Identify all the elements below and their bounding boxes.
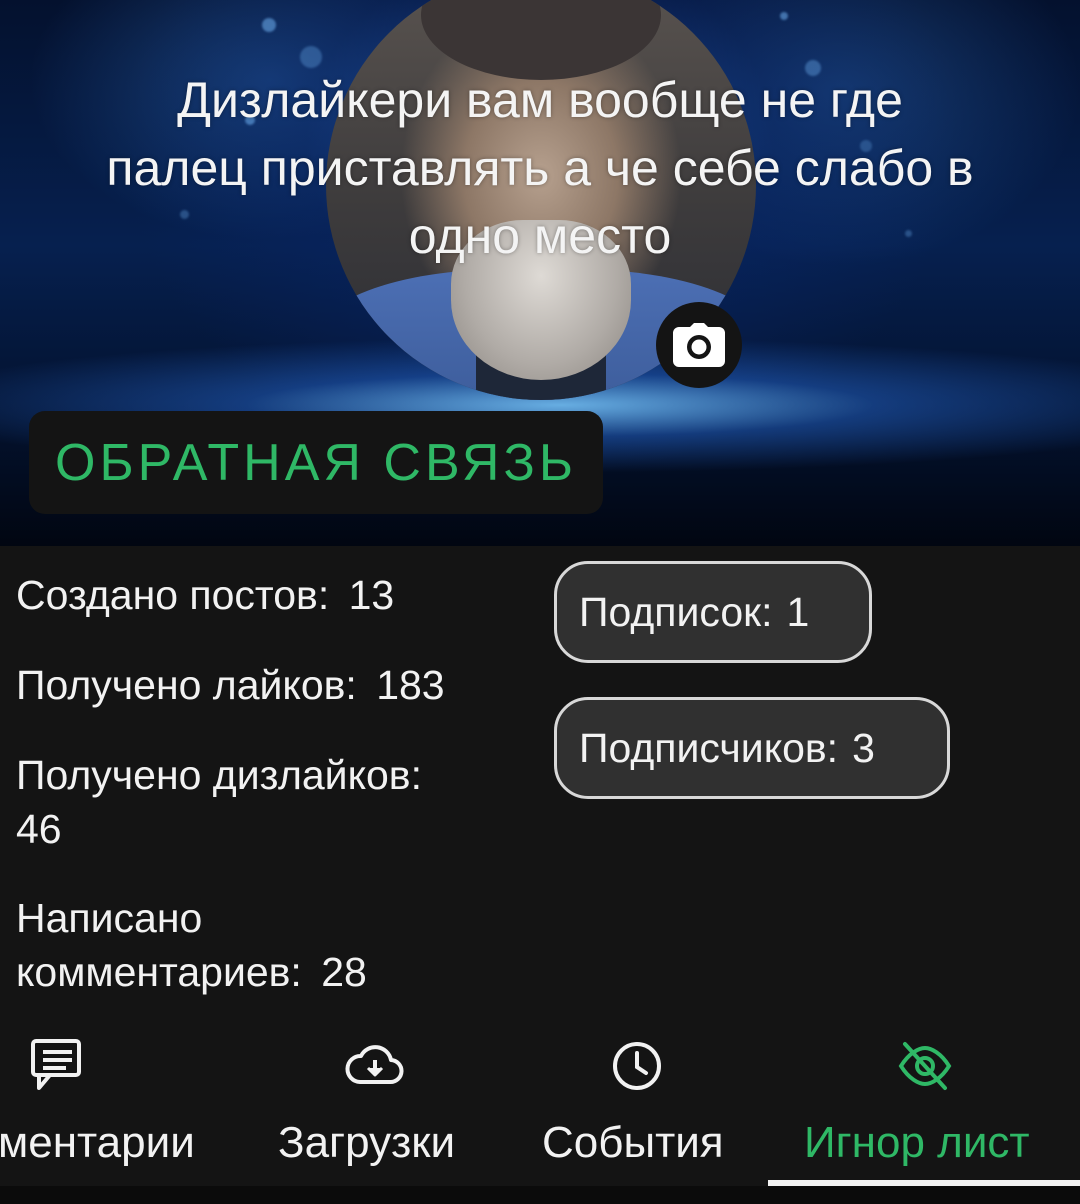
tab-events[interactable]: События: [530, 1014, 750, 1200]
tab-ignore-list-label: Игнор лист: [804, 1118, 1030, 1167]
tab-downloads[interactable]: Загрузки: [270, 1014, 480, 1200]
stat-posts-value: 13: [348, 572, 395, 618]
cloud-download-icon: [345, 1045, 404, 1084]
bottom-tab-bar: ментарии Загрузки События Игнор лист: [0, 1014, 1080, 1204]
feedback-button-label: ОБРАТНАЯ СВЯЗЬ: [55, 433, 577, 492]
system-nav-strip: [0, 1186, 1080, 1204]
tab-comments[interactable]: ментарии: [0, 1014, 240, 1200]
clock-icon: [613, 1042, 661, 1090]
subscriptions-label: Подписок:: [579, 588, 773, 635]
stat-dislikes-value: 46: [16, 806, 62, 852]
camera-icon: [673, 323, 725, 367]
stat-dislikes-label: Получено дизлайков:: [16, 752, 422, 798]
stat-likes-label: Получено лайков:: [16, 662, 357, 708]
subscriptions-button[interactable]: Подписок: 1: [554, 561, 872, 663]
stat-comments-label-line1: Написано: [16, 895, 203, 941]
tab-ignore-list[interactable]: Игнор лист: [780, 1014, 1080, 1200]
followers-count: 3: [852, 724, 875, 771]
tab-comments-label: ментарии: [0, 1118, 195, 1167]
tab-events-label: События: [542, 1118, 724, 1167]
stat-comments: Написано комментариев: 28: [16, 891, 536, 999]
stat-posts-label: Создано постов:: [16, 572, 330, 618]
stat-comments-label-line2: комментариев:: [16, 949, 302, 995]
feedback-button[interactable]: ОБРАТНАЯ СВЯЗЬ: [29, 411, 603, 514]
profile-status-text: Дизлайкери вам вообще не где палец прист…: [106, 72, 974, 264]
followers-label: Подписчиков:: [579, 724, 839, 771]
stat-likes-value: 183: [376, 662, 445, 708]
tab-downloads-label: Загрузки: [278, 1118, 456, 1167]
change-photo-button[interactable]: [656, 302, 742, 388]
followers-button[interactable]: Подписчиков: 3: [554, 697, 950, 799]
stat-dislikes: Получено дизлайков: 46: [16, 748, 536, 856]
eye-off-icon: [898, 1042, 952, 1090]
profile-page: Дизлайкери вам вообще не где палец прист…: [0, 0, 1080, 1204]
subscriptions-count: 1: [786, 588, 810, 635]
stat-posts: Создано постов: 13: [16, 568, 536, 622]
profile-cover: Дизлайкери вам вообще не где палец прист…: [0, 0, 1080, 546]
stat-likes: Получено лайков: 183: [16, 658, 536, 712]
stat-comments-value: 28: [321, 949, 367, 995]
comments-icon: [31, 1039, 81, 1090]
